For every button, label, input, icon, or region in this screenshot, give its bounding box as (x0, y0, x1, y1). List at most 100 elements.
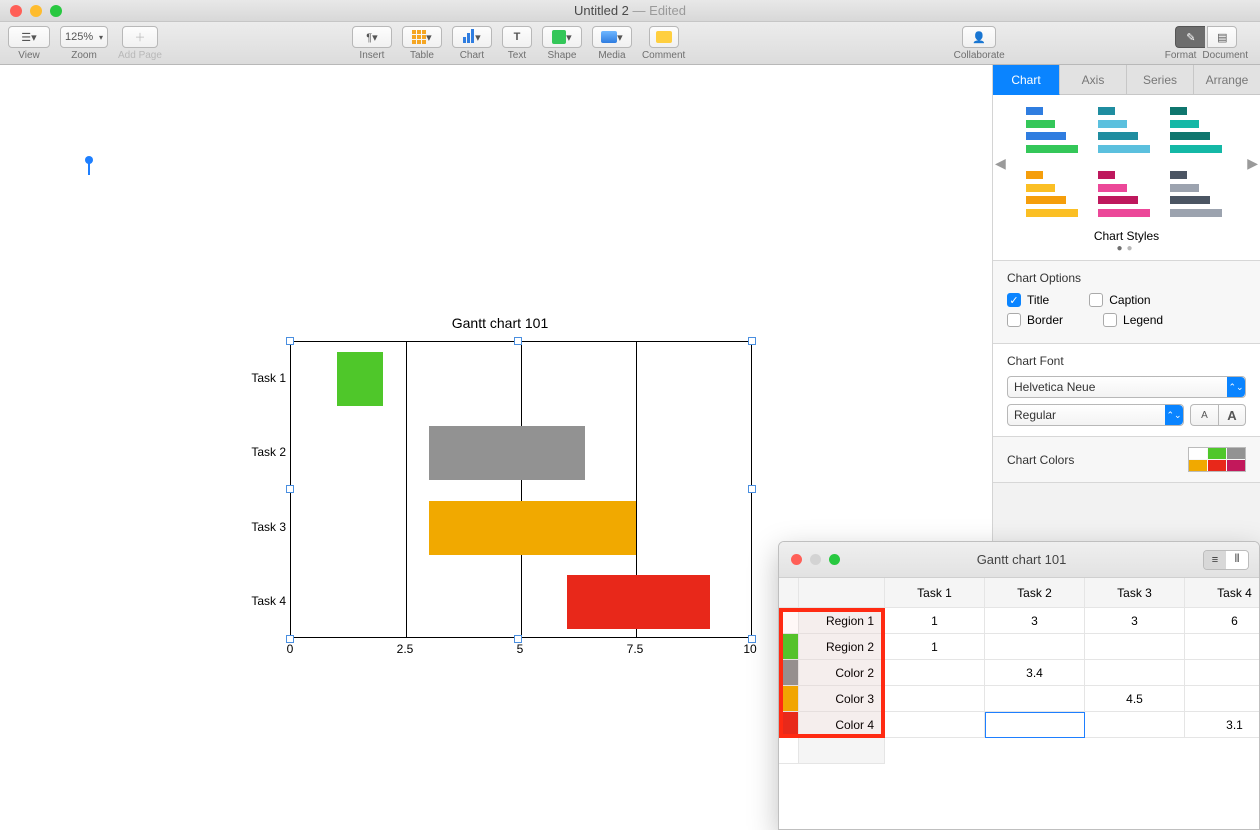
chart-style-thumb[interactable] (1098, 105, 1156, 155)
data-cell[interactable]: 4.5 (1085, 686, 1185, 712)
option-border-checkbox[interactable]: Border (1007, 313, 1063, 327)
data-column-header[interactable]: Task 2 (985, 578, 1085, 608)
data-column-header[interactable]: Task 3 (1085, 578, 1185, 608)
collaborate-button[interactable]: 👤 (962, 26, 996, 48)
data-row-header[interactable]: Region 2 (799, 634, 885, 660)
table-menu-button[interactable]: ▾ (402, 26, 442, 48)
comment-button[interactable] (649, 26, 679, 48)
data-column-header[interactable]: Task 4 (1185, 578, 1260, 608)
data-cell[interactable] (1185, 660, 1260, 686)
data-row-header[interactable]: Region 1 (799, 608, 885, 634)
font-style-select[interactable]: Regular⌃⌄ (1007, 404, 1184, 426)
option-caption-checkbox[interactable]: Caption (1089, 293, 1150, 307)
font-size-increase[interactable]: A (1218, 404, 1246, 426)
close-data-editor-button[interactable] (791, 554, 802, 565)
data-cell[interactable] (1185, 634, 1260, 660)
selection-handle[interactable] (286, 337, 294, 345)
chart-style-thumb[interactable] (1026, 105, 1084, 155)
gantt-chart[interactable]: Gantt chart 101 02.557.510Task 1Task 2Ta… (230, 315, 770, 650)
chart-title[interactable]: Gantt chart 101 (230, 315, 770, 331)
data-cell[interactable] (1085, 660, 1185, 686)
data-cell[interactable]: 3 (985, 608, 1085, 634)
data-row-header[interactable]: Color 2 (799, 660, 885, 686)
data-cell[interactable] (1085, 634, 1185, 660)
styles-next-button[interactable]: ▶ (1247, 155, 1258, 172)
font-family-select[interactable]: Helvetica Neue⌃⌄ (1007, 376, 1246, 398)
comment-label: Comment (642, 50, 685, 61)
document-toggle-button[interactable]: ▤ (1207, 26, 1237, 48)
selection-handle[interactable] (286, 485, 294, 493)
add-page-button[interactable]: ＋ (122, 26, 158, 48)
format-toggle-button[interactable]: ✎ (1175, 26, 1205, 48)
data-row-color-chip (779, 608, 799, 634)
data-column-header[interactable]: Task 1 (885, 578, 985, 608)
chart-style-thumb[interactable] (1170, 169, 1228, 219)
data-editor-titlebar[interactable]: Gantt chart 101 ≡ ⫴ (779, 542, 1259, 578)
chart-bar[interactable] (429, 501, 636, 555)
data-cell[interactable] (885, 660, 985, 686)
styles-prev-button[interactable]: ◀ (995, 155, 1006, 172)
tab-chart[interactable]: Chart (993, 65, 1060, 95)
selection-handle[interactable] (748, 485, 756, 493)
chart-bar[interactable] (337, 352, 383, 406)
row-layout-button[interactable]: ≡ (1204, 551, 1226, 569)
data-cell[interactable]: 3.1 (1185, 712, 1260, 738)
data-cell[interactable]: 3 (1085, 608, 1185, 634)
data-cell[interactable] (885, 686, 985, 712)
data-cell[interactable]: 3.4 (985, 660, 1085, 686)
font-size-decrease[interactable]: A (1190, 404, 1218, 426)
zoom-select[interactable]: 125%▾ (60, 26, 108, 48)
data-row-header[interactable]: Color 3 (799, 686, 885, 712)
data-cell[interactable] (985, 686, 1085, 712)
chart-bar[interactable] (429, 426, 585, 480)
window-title: Untitled 2 — Edited (0, 3, 1260, 18)
text-button[interactable]: T (502, 26, 532, 48)
zoom-tool-group: 125%▾ Zoom (60, 26, 108, 61)
chart-bar[interactable] (567, 575, 710, 629)
chart-plot-area[interactable] (290, 341, 752, 638)
zoom-data-editor-button[interactable] (829, 554, 840, 565)
data-cell[interactable]: 1 (885, 608, 985, 634)
data-cell[interactable] (1185, 686, 1260, 712)
data-cell[interactable]: 6 (1185, 608, 1260, 634)
tab-axis[interactable]: Axis (1060, 65, 1127, 95)
chart-style-thumb[interactable] (1026, 169, 1084, 219)
text-insertion-cursor (88, 161, 90, 175)
inspector-tabs: Chart Axis Series Arrange (993, 65, 1260, 95)
font-size-stepper[interactable]: A A (1190, 404, 1246, 426)
chart-data-editor-window[interactable]: Gantt chart 101 ≡ ⫴ Task 1Task 2Task 3Ta… (778, 541, 1260, 830)
view-menu-button[interactable]: ☰▾ (8, 26, 50, 48)
media-menu-button[interactable]: ▾ (592, 26, 632, 48)
selection-handle[interactable] (514, 337, 522, 345)
data-cell[interactable] (1085, 712, 1185, 738)
data-row-color-chip (779, 660, 799, 686)
chart-icon (463, 29, 475, 46)
window-titlebar: Untitled 2 — Edited (0, 0, 1260, 22)
chart-options-title: Chart Options (1007, 271, 1246, 285)
tab-arrange[interactable]: Arrange (1194, 65, 1260, 95)
data-row-color-chip (779, 738, 799, 764)
chart-menu-button[interactable]: ▾ (452, 26, 492, 48)
chart-style-thumb[interactable] (1098, 169, 1156, 219)
data-cell[interactable] (985, 634, 1085, 660)
chart-colors-button[interactable] (1188, 447, 1246, 472)
option-title-checkbox[interactable]: ✓Title (1007, 293, 1049, 307)
styles-pager-dots: ●● (1005, 243, 1248, 254)
insert-menu-button[interactable]: ¶▾ (352, 26, 392, 48)
chart-styles-section: ◀ ▶ Chart Styles ●● (993, 95, 1260, 261)
selection-handle[interactable] (748, 337, 756, 345)
y-axis-category-label: Task 1 (251, 371, 286, 385)
data-cell[interactable]: 1 (885, 634, 985, 660)
data-cell[interactable] (985, 712, 1085, 738)
data-cell[interactable] (885, 712, 985, 738)
chart-options-section: Chart Options ✓Title Caption Border Lege… (993, 261, 1260, 344)
data-editor-view-toggle[interactable]: ≡ ⫴ (1203, 550, 1249, 570)
data-row-header[interactable] (799, 738, 885, 764)
chart-style-thumb[interactable] (1170, 105, 1228, 155)
option-legend-checkbox[interactable]: Legend (1103, 313, 1163, 327)
chart-font-title: Chart Font (1007, 354, 1246, 368)
data-row-header[interactable]: Color 4 (799, 712, 885, 738)
column-layout-button[interactable]: ⫴ (1226, 551, 1248, 569)
tab-series[interactable]: Series (1127, 65, 1194, 95)
shape-menu-button[interactable]: ▾ (542, 26, 582, 48)
